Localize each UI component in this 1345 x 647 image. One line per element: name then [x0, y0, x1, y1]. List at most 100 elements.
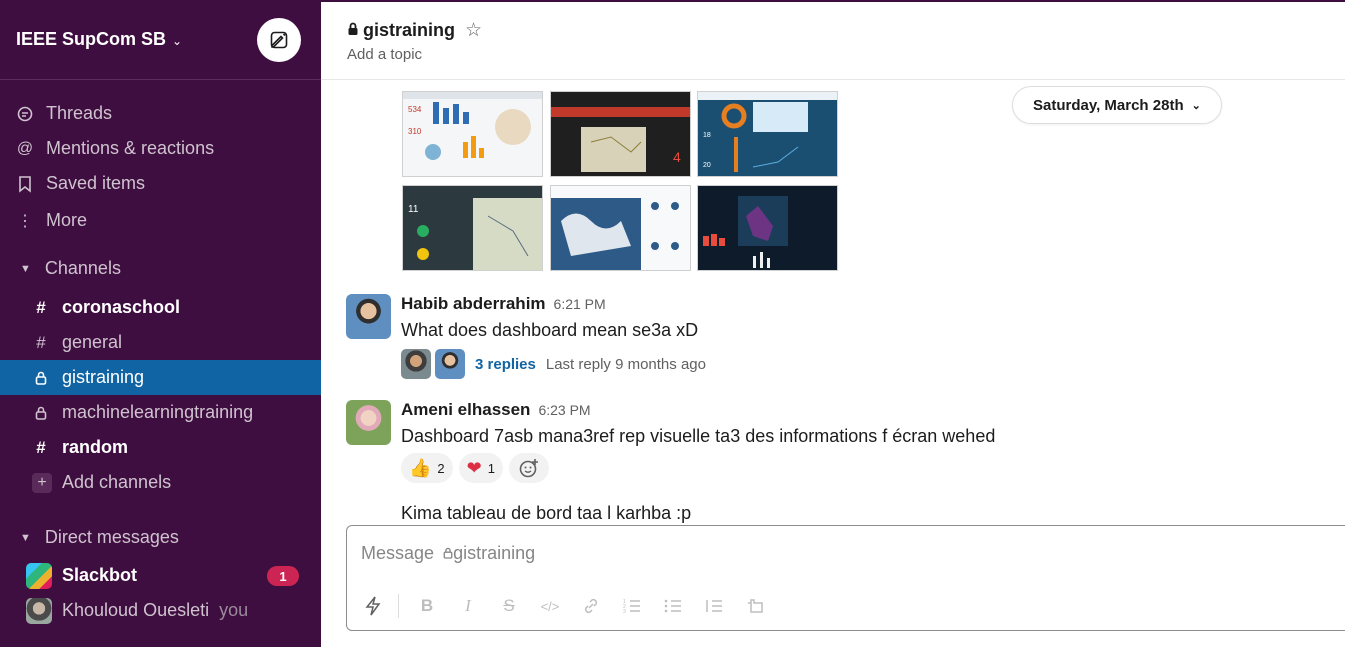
nav-more[interactable]: ⋮ More [0, 203, 321, 238]
dashboard-thumbnail[interactable] [697, 185, 838, 271]
more-vertical-icon: ⋮ [17, 212, 33, 230]
svg-text:20: 20 [703, 162, 711, 169]
message-author[interactable]: Ameni elhassen 6:23 PM [401, 400, 591, 420]
slackbot-avatar [26, 562, 52, 589]
message-timestamp[interactable]: 6:23 PM [538, 402, 590, 418]
dashboard-thumbnail[interactable]: 4 [550, 91, 691, 177]
channels-section-header[interactable]: ▼ Channels [0, 251, 321, 286]
compose-button[interactable] [257, 18, 301, 62]
bookmark-icon [16, 175, 34, 193]
nav-mentions-label: Mentions & reactions [46, 138, 215, 158]
at-icon: @ [16, 139, 34, 157]
main-pane: gistraining ☆ Add a topic 534 310 4 18 2… [321, 0, 1345, 647]
ordered-list-icon[interactable]: 123 [620, 594, 644, 618]
channel-item-machinelearningtraining[interactable]: machinelearningtraining [0, 395, 321, 430]
dm-label: Khouloud Ouesleti [62, 600, 210, 620]
composer-channel: gistraining [453, 543, 536, 563]
dashboard-thumbnail[interactable] [550, 185, 691, 271]
dm-item-slackbot[interactable]: Slackbot 1 [0, 558, 321, 593]
strikethrough-icon[interactable]: S [497, 594, 521, 618]
nav-saved-label: Saved items [46, 173, 146, 193]
compose-icon [270, 31, 288, 49]
add-channels-button[interactable]: + Add channels [0, 465, 321, 500]
dashboard-thumbnail[interactable]: 18 20 [697, 91, 838, 177]
avatar [401, 349, 431, 379]
nav-more-label: More [46, 210, 88, 230]
last-reply-meta: Last reply 9 months ago [545, 355, 706, 373]
nav-threads[interactable]: Threads [0, 96, 321, 131]
caret-down-icon[interactable]: ▼ [20, 532, 31, 544]
code-icon[interactable]: </> [538, 594, 562, 618]
dm-section-header[interactable]: ▼ Direct messages [0, 520, 321, 555]
link-icon[interactable] [579, 594, 603, 618]
bulleted-list-icon[interactable] [661, 594, 685, 618]
dm-item-self[interactable]: Khouloud Ouesleti you [0, 593, 321, 628]
italic-icon[interactable]: I [456, 594, 480, 618]
thread-replies[interactable]: 3 replies Last reply 9 months ago [401, 349, 706, 379]
channel-item-general[interactable]: # general [0, 325, 321, 360]
reaction-count: 2 [437, 460, 445, 476]
message-text: What does dashboard mean se3a xD [401, 320, 699, 340]
channel-item-coronaschool[interactable]: # coronaschool [0, 290, 321, 325]
message-text: Dashboard 7asb mana3ref rep visuelle ta3… [401, 426, 996, 446]
hash-icon: # [36, 437, 46, 457]
hash-icon: # [36, 332, 46, 352]
chevron-down-icon[interactable]: ⌄ [172, 34, 182, 48]
blockquote-icon[interactable] [702, 594, 726, 618]
shortcuts-lightning-icon[interactable] [361, 594, 385, 618]
svg-text:4: 4 [673, 149, 681, 165]
channel-name[interactable]: gistraining [363, 20, 455, 41]
channel-item-random[interactable]: # random [0, 430, 321, 465]
lock-icon [443, 547, 453, 559]
nav-saved[interactable]: Saved items [0, 166, 321, 201]
lock-icon [32, 371, 50, 385]
add-emoji-icon [519, 459, 538, 478]
add-channels-label: Add channels [62, 472, 172, 492]
channel-label: gistraining [62, 367, 145, 387]
channel-topic[interactable]: Add a topic [347, 46, 422, 63]
message-author[interactable]: Habib abderrahim 6:21 PM [401, 294, 606, 314]
author-name[interactable]: Habib abderrahim [401, 294, 546, 313]
dashboard-thumbnail[interactable]: 534 310 [402, 91, 543, 177]
channel-title[interactable]: gistraining ☆ [347, 19, 482, 42]
avatar [26, 597, 52, 624]
workspace-name[interactable]: IEEE SupCom SB [16, 29, 166, 50]
message-text: Kima tableau de bord taa l karhba :p [401, 503, 692, 523]
reactions-bar: 👍 2 ❤ 1 [401, 453, 555, 483]
workspace-header[interactable]: IEEE SupCom SB ⌄ [0, 0, 321, 80]
channels-header-label: Channels [44, 258, 121, 278]
composer-placeholder[interactable]: Message gistraining [361, 543, 535, 564]
channel-label: general [62, 332, 123, 352]
bold-icon[interactable]: B [415, 594, 439, 618]
channel-label: random [62, 437, 129, 457]
code-block-icon[interactable] [743, 594, 767, 618]
nav-mentions[interactable]: @ Mentions & reactions [0, 131, 321, 166]
channel-item-gistraining[interactable]: gistraining [0, 360, 321, 395]
channel-header: gistraining ☆ Add a topic [321, 2, 1345, 80]
shared-image-grid[interactable]: 534 310 4 18 20 11 [401, 90, 851, 272]
dm-header-label: Direct messages [44, 527, 179, 547]
heart-icon: ❤ [466, 457, 482, 478]
you-suffix: you [219, 600, 249, 620]
date-label: Saturday, March 28th [1033, 96, 1184, 114]
message: Ameni elhassen 6:23 PM Dashboard 7asb man… [346, 400, 1306, 455]
svg-text:18: 18 [703, 132, 711, 139]
star-icon[interactable]: ☆ [465, 19, 482, 42]
channel-label: machinelearningtraining [62, 402, 254, 422]
nav-threads-label: Threads [46, 103, 113, 123]
add-reaction-button[interactable] [508, 453, 549, 483]
caret-down-icon[interactable]: ▼ [20, 263, 31, 275]
message-composer[interactable]: Message gistraining B I S </> 123 [346, 525, 1345, 631]
message-timestamp[interactable]: 6:21 PM [554, 296, 606, 312]
dashboard-thumbnail[interactable]: 11 [402, 185, 543, 271]
svg-text:534: 534 [408, 105, 422, 114]
avatar[interactable] [346, 400, 391, 445]
avatar[interactable] [346, 294, 391, 339]
author-name[interactable]: Ameni elhassen [401, 400, 530, 419]
svg-text:3: 3 [623, 609, 626, 614]
reaction-thumbs-up[interactable]: 👍 2 [401, 453, 453, 483]
replies-link[interactable]: 3 replies [475, 356, 536, 373]
chevron-down-icon: ⌄ [1191, 99, 1201, 112]
reaction-heart[interactable]: ❤ 1 [458, 453, 503, 483]
date-divider-button[interactable]: Saturday, March 28th ⌄ [1012, 86, 1222, 124]
